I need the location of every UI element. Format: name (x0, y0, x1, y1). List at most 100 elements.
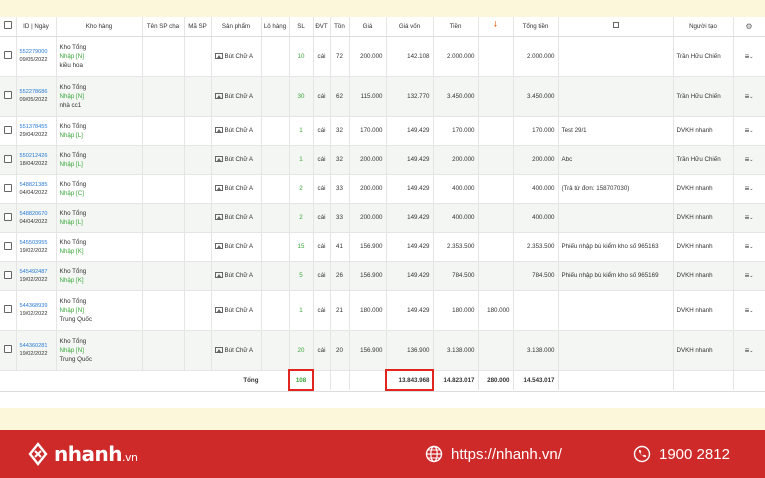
total-cell: 2.353.500 (513, 232, 559, 262)
chevron-down-icon[interactable]: ⌄ (749, 186, 753, 192)
order-id-link[interactable]: 552278686 (20, 88, 53, 96)
product-cell[interactable]: Bút Chữ A (211, 203, 262, 233)
order-id-link[interactable]: 548821385 (20, 181, 53, 189)
table-row[interactable]: 545492487 19/02/2022 Kho Tổng Nhập [K] Bút C… (0, 261, 765, 291)
col-unit[interactable]: ĐVT (313, 17, 331, 37)
product-name[interactable]: Bút Chữ A (225, 93, 254, 100)
col-stock[interactable]: Tồn (330, 17, 350, 37)
import-type: Nhập [L] (59, 131, 83, 139)
product-cell[interactable]: Bút Chữ A (211, 145, 262, 175)
table-row[interactable]: 548820670 04/04/2022 Kho Tổng Nhập [L] Bút C… (0, 203, 765, 233)
table-row[interactable]: 550212426 18/04/2022 Kho Tổng Nhập [L] Bút C… (0, 145, 765, 175)
col-warehouse[interactable]: Kho hàng (56, 17, 143, 37)
order-id-link[interactable]: 551378455 (20, 123, 53, 131)
col-note[interactable] (558, 17, 674, 37)
row-menu[interactable]: ≡⌄ (733, 36, 765, 77)
product-name[interactable]: Bút Chữ A (225, 272, 254, 279)
table-row[interactable]: 545503955 19/02/2022 Kho Tổng Nhập [K] Bút C… (0, 232, 765, 262)
website-link[interactable]: https://nhanh.vn/ (425, 445, 562, 463)
row-menu[interactable]: ≡⌄ (733, 145, 765, 175)
row-menu[interactable]: ≡⌄ (733, 203, 765, 233)
product-name[interactable]: Bút Chữ A (225, 214, 254, 221)
col-product[interactable]: Sản phẩm (211, 17, 262, 37)
col-id-date[interactable]: ID | Ngày (16, 17, 57, 37)
table-row[interactable]: 551378455 29/04/2022 Kho Tổng Nhập [L] Bút C… (0, 116, 765, 146)
phone-number[interactable]: 1900 2812 (659, 446, 730, 463)
col-batch[interactable]: Lô hàng (261, 17, 290, 37)
chevron-down-icon[interactable]: ⌄ (749, 94, 753, 100)
chevron-down-icon[interactable]: ⌄ (749, 54, 753, 60)
row-checkbox[interactable] (0, 116, 17, 146)
col-price[interactable]: Giá (349, 17, 387, 37)
product-cell[interactable]: Bút Chữ A (211, 261, 262, 291)
row-menu[interactable]: ≡⌄ (733, 76, 765, 117)
product-name[interactable]: Bút Chữ A (225, 243, 254, 250)
nhanh-logo: nhanh.vn (26, 442, 138, 466)
col-amount[interactable]: Tiền (433, 17, 479, 37)
chevron-down-icon[interactable]: ⌄ (749, 128, 753, 134)
order-id-link[interactable]: 545492487 (20, 268, 53, 276)
row-checkbox[interactable] (0, 290, 17, 331)
row-checkbox[interactable] (0, 174, 17, 204)
stock-cell: 32 (330, 145, 350, 175)
row-checkbox[interactable] (0, 203, 17, 233)
row-menu[interactable]: ≡⌄ (733, 330, 765, 371)
note-cell: Phiếu nhập bù kiểm kho số 965169 (558, 261, 674, 291)
order-id-link[interactable]: 544360281 (20, 342, 53, 350)
row-menu[interactable]: ≡⌄ (733, 290, 765, 331)
col-parent-name[interactable]: Tên SP cha (142, 17, 185, 37)
row-checkbox[interactable] (0, 145, 17, 175)
row-menu[interactable]: ≡⌄ (733, 232, 765, 262)
product-cell[interactable]: Bút Chữ A (211, 290, 262, 331)
chevron-down-icon[interactable]: ⌄ (749, 308, 753, 314)
col-total[interactable]: Tổng tiền (513, 17, 559, 37)
table-row[interactable]: 552279000 09/05/2022 Kho Tổng Nhập [N] kiều … (0, 36, 765, 77)
product-name[interactable]: Bút Chữ A (225, 185, 254, 192)
product-cell[interactable]: Bút Chữ A (211, 174, 262, 204)
col-sku[interactable]: Mã SP (184, 17, 212, 37)
product-cell[interactable]: Bút Chữ A (211, 232, 262, 262)
chevron-down-icon[interactable]: ⌄ (749, 348, 753, 354)
table-row[interactable]: 544368939 19/02/2022 Kho Tổng Nhập [N] Trung… (0, 290, 765, 331)
gear-icon[interactable]: ⚙ (745, 22, 752, 31)
product-cell[interactable]: Bút Chữ A (211, 116, 262, 146)
order-id-link[interactable]: 550212426 (20, 152, 53, 160)
row-checkbox[interactable] (0, 36, 17, 77)
hotline[interactable]: 1900 2812 (633, 445, 730, 463)
table-row[interactable]: 548821385 04/04/2022 Kho Tổng Nhập [C] Bút C… (0, 174, 765, 204)
row-checkbox[interactable] (0, 232, 17, 262)
table-row[interactable]: 552278686 09/05/2022 Kho Tổng Nhập [N] nhà c… (0, 76, 765, 117)
select-all-checkbox[interactable] (0, 17, 17, 37)
order-id-link[interactable]: 544368939 (20, 302, 53, 310)
import-type: Nhập [C] (59, 189, 84, 197)
product-name[interactable]: Bút Chữ A (225, 307, 254, 314)
website-url[interactable]: https://nhanh.vn/ (451, 446, 562, 463)
col-creator[interactable]: Người tạo (673, 17, 734, 37)
product-cell[interactable]: Bút Chữ A (211, 36, 262, 77)
order-id-link[interactable]: 545503955 (20, 239, 53, 247)
import-type: Nhập [N] (59, 52, 84, 60)
row-menu[interactable]: ≡⌄ (733, 261, 765, 291)
col-discount[interactable]: 🠗 (478, 17, 514, 37)
col-cost[interactable]: Giá vốn (386, 17, 434, 37)
row-menu[interactable]: ≡⌄ (733, 174, 765, 204)
order-id-link[interactable]: 548820670 (20, 210, 53, 218)
chevron-down-icon[interactable]: ⌄ (749, 244, 753, 250)
chevron-down-icon[interactable]: ⌄ (749, 157, 753, 163)
col-settings[interactable]: ⚙ (733, 17, 765, 37)
product-name[interactable]: Bút Chữ A (225, 53, 254, 60)
col-qty[interactable]: SL (289, 17, 314, 37)
chevron-down-icon[interactable]: ⌄ (749, 273, 753, 279)
row-checkbox[interactable] (0, 76, 17, 117)
row-checkbox[interactable] (0, 330, 17, 371)
product-name[interactable]: Bút Chữ A (225, 347, 254, 354)
product-cell[interactable]: Bút Chữ A (211, 76, 262, 117)
product-name[interactable]: Bút Chữ A (225, 127, 254, 134)
table-row[interactable]: 544360281 19/02/2022 Kho Tổng Nhập [N] Trung… (0, 330, 765, 371)
row-menu[interactable]: ≡⌄ (733, 116, 765, 146)
order-id-link[interactable]: 552279000 (20, 48, 53, 56)
row-checkbox[interactable] (0, 261, 17, 291)
chevron-down-icon[interactable]: ⌄ (749, 215, 753, 221)
product-cell[interactable]: Bút Chữ A (211, 330, 262, 371)
product-name[interactable]: Bút Chữ A (225, 156, 254, 163)
